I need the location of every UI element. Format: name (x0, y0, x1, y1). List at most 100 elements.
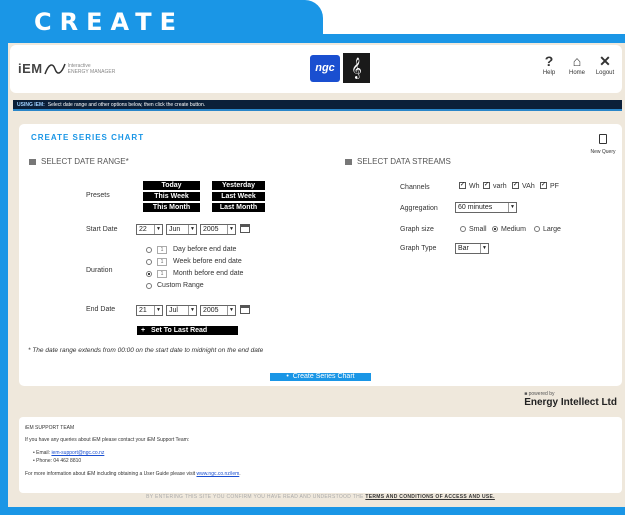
graph-size-medium-label: Medium (501, 226, 526, 233)
chevron-down-icon: ▼ (188, 225, 196, 234)
home-label: Home (568, 70, 585, 76)
new-query-label: New Query (590, 149, 616, 155)
aggregation-value: 60 minutes (458, 204, 493, 211)
end-calendar-icon[interactable] (240, 305, 250, 314)
duration-day-label: Day before end date (173, 246, 237, 253)
end-month-select[interactable]: Jul ▼ (166, 305, 197, 316)
support-intro: If you have any queries about iEM please… (25, 437, 190, 443)
graph-size-large-radio[interactable] (534, 226, 540, 232)
start-month-select[interactable]: Jun ▼ (166, 224, 197, 235)
logo-text: iEM (18, 61, 43, 76)
duration-month-input[interactable]: 1 (157, 270, 167, 278)
start-day-select[interactable]: 22 ▼ (136, 224, 163, 235)
start-year-select[interactable]: 2005 ▼ (200, 224, 236, 235)
plus-icon: + (141, 327, 146, 334)
graph-type-value: Bar (458, 245, 469, 252)
powered-by-company: Energy Intellect Ltd (524, 397, 617, 408)
chevron-down-icon: ▼ (188, 306, 196, 315)
duration-day-input[interactable]: 1 (157, 246, 167, 254)
end-day-select[interactable]: 21 ▼ (136, 305, 163, 316)
preset-yesterday-button[interactable]: Yesterday (212, 181, 265, 190)
graph-size-small-radio[interactable] (460, 226, 466, 232)
duration-custom-label: Custom Range (157, 282, 204, 289)
duration-week-input[interactable]: 1 (157, 258, 167, 266)
channel-vah-checkbox[interactable]: ✓ (512, 182, 519, 189)
date-range-section: SELECT DATE RANGE* (29, 157, 129, 166)
channel-pf-checkbox[interactable]: ✓ (540, 182, 547, 189)
date-range-heading: SELECT DATE RANGE* (41, 157, 129, 166)
panel-title: CREATE SERIES CHART (31, 133, 145, 142)
header-bar: iEM Interactive ENERGY MANAGER ngc 𝄞 ? H… (10, 45, 622, 93)
logout-label: Logout (595, 70, 615, 76)
channel-varh-checkbox[interactable]: ✓ (483, 182, 490, 189)
graph-type-select[interactable]: Bar ▼ (455, 243, 489, 254)
end-year-value: 2005 (203, 307, 219, 314)
channel-vah-label: VAh (522, 183, 535, 190)
chevron-down-icon: ▼ (508, 203, 516, 212)
graph-size-small-label: Small (469, 226, 487, 233)
start-day-value: 22 (139, 226, 147, 233)
bullet-icon: • (286, 373, 289, 380)
support-email-link[interactable]: iem-support@ngc.co.nz (51, 450, 104, 456)
channels-label: Channels (400, 184, 430, 191)
channel-wh-label: Wh (469, 183, 480, 190)
end-year-select[interactable]: 2005 ▼ (200, 305, 236, 316)
logout-button[interactable]: ✕ Logout (592, 53, 618, 77)
duration-month-radio[interactable] (146, 271, 152, 277)
graph-size-label: Graph size (400, 226, 434, 233)
preset-last-week-button[interactable]: Last Week (212, 192, 265, 201)
section-icon (29, 158, 36, 165)
start-month-value: Jun (169, 226, 181, 233)
preset-today-button[interactable]: Today (143, 181, 200, 190)
home-button[interactable]: ⌂ Home (564, 53, 590, 77)
graph-size-large-label: Large (543, 226, 561, 233)
chevron-down-icon: ▼ (227, 306, 235, 315)
support-more: For more information about iEM including… (25, 471, 241, 477)
new-query-button[interactable]: New Query (585, 131, 621, 156)
date-range-note: * The date range extends from 00:00 on t… (28, 347, 264, 354)
support-title: iEM SUPPORT TEAM (25, 425, 75, 431)
data-streams-section: SELECT DATA STREAMS (345, 157, 451, 166)
duration-custom-radio[interactable] (146, 283, 152, 289)
powered-by: ■ powered by Energy Intellect Ltd (524, 391, 617, 408)
channel-wh-checkbox[interactable]: ✓ (459, 182, 466, 189)
end-month-value: Jul (169, 307, 178, 314)
end-date-label: End Date (86, 306, 116, 313)
support-phone: • Phone: 04 462 8810 (33, 458, 82, 464)
set-last-read-button[interactable]: + Set To Last Read (137, 326, 238, 335)
help-button[interactable]: ? Help (536, 53, 562, 77)
chevron-down-icon: ▼ (480, 244, 488, 253)
terms-link[interactable]: TERMS AND CONDITIONS OF ACCESS AND USE. (365, 494, 494, 500)
aggregation-select[interactable]: 60 minutes ▼ (455, 202, 517, 213)
duration-day-radio[interactable] (146, 247, 152, 253)
preset-this-week-button[interactable]: This Week (143, 192, 200, 201)
preset-last-month-button[interactable]: Last Month (212, 203, 265, 212)
instruction-text: Select date range and other options belo… (47, 102, 206, 108)
start-date-label: Start Date (86, 226, 118, 233)
presets-label: Presets (86, 192, 110, 199)
create-series-chart-button[interactable]: • Create Series Chart (270, 373, 371, 381)
clef-logo-icon: 𝄞 (343, 53, 370, 83)
duration-week-radio[interactable] (146, 259, 152, 265)
help-label: Help (542, 70, 556, 76)
graph-type-label: Graph Type (400, 245, 437, 252)
document-icon (599, 134, 607, 144)
create-series-chart-label: Create Series Chart (292, 373, 355, 380)
preset-this-month-button[interactable]: This Month (143, 203, 200, 212)
support-url-link[interactable]: www.ngc.co.nz/iem (196, 471, 239, 477)
ngc-logo: ngc (310, 55, 340, 82)
graph-size-medium-radio[interactable] (492, 226, 498, 232)
logo-subtitle: Interactive ENERGY MANAGER (68, 63, 116, 75)
footer: BY ENTERING THIS SITE YOU CONFIRM YOU HA… (19, 494, 622, 500)
duration-label: Duration (86, 267, 113, 274)
set-last-read-label: Set To Last Read (150, 327, 208, 334)
aggregation-label: Aggregation (400, 205, 438, 212)
iem-logo[interactable]: iEM Interactive ENERGY MANAGER (18, 61, 115, 76)
email-label: Email: (36, 450, 51, 456)
chevron-down-icon: ▼ (154, 306, 162, 315)
duration-month-label: Month before end date (173, 270, 244, 277)
page-tab: CREATE (0, 0, 323, 40)
start-calendar-icon[interactable] (240, 224, 250, 233)
channel-varh-label: varh (493, 183, 507, 190)
duration-week-label: Week before end date (173, 258, 242, 265)
